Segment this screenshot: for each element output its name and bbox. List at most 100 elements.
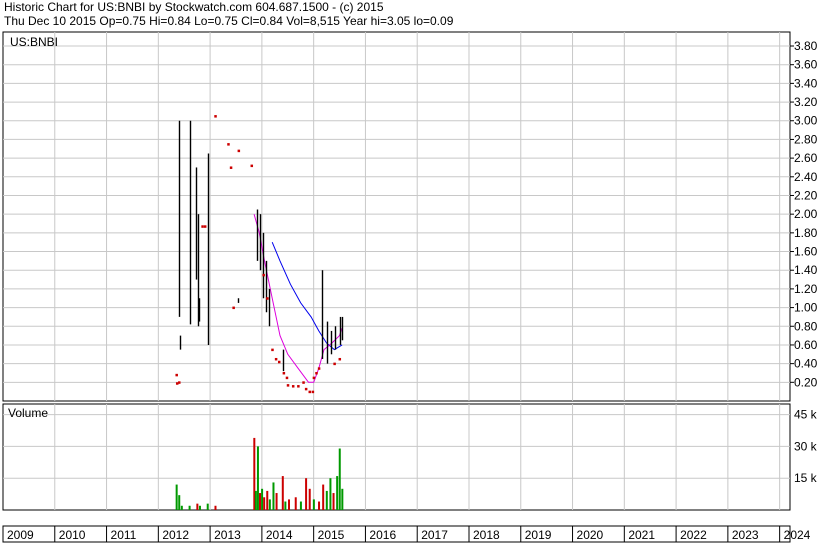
volume-bar	[261, 488, 264, 510]
volume-bar	[175, 484, 178, 510]
price-point	[214, 115, 217, 118]
volume-bar	[288, 499, 291, 510]
price-point	[274, 357, 278, 361]
volume-tick-label: 30 k	[794, 439, 818, 453]
price-point	[227, 143, 230, 146]
volume-bar	[272, 482, 275, 510]
price-point	[237, 149, 241, 153]
price-point	[178, 381, 181, 384]
year-tick-label: 2015	[318, 528, 345, 542]
volume-bar	[341, 488, 344, 510]
volume-bar	[188, 505, 191, 510]
price-tick-label: 1.40	[794, 263, 818, 277]
price-point	[302, 381, 305, 384]
volume-bar	[284, 501, 287, 510]
volume-label: Volume	[8, 406, 48, 420]
price-point	[285, 376, 289, 380]
volume-bar	[281, 476, 284, 510]
volume-bar	[294, 497, 297, 510]
price-panel-frame	[2, 31, 791, 402]
volume-bar	[196, 503, 199, 510]
volume-panel-frame	[2, 403, 791, 511]
volume-tick-label: 45 k	[794, 408, 818, 422]
price-tick-label: 3.80	[794, 39, 818, 53]
volume-bar	[206, 503, 209, 510]
volume-bar	[254, 490, 257, 510]
price-tick-label: 0.40	[794, 357, 818, 371]
price-point	[308, 390, 312, 394]
year-tick-label: 2022	[680, 528, 707, 542]
year-tick-label: 2023	[732, 528, 759, 542]
year-tick-label: 2018	[473, 528, 500, 542]
price-point	[338, 357, 342, 361]
volume-bar	[312, 499, 315, 510]
year-tick-label: 2016	[369, 528, 396, 542]
symbol-label: US:BNBI	[10, 35, 58, 49]
year-tick-label: 2019	[525, 528, 552, 542]
price-tick-label: 2.40	[794, 170, 818, 184]
stock-chart: 0.20 0.40 0.60 0.80 1.00 1.20 1.40 1.60 1.80 2.00…	[2, 31, 818, 543]
price-point	[333, 362, 336, 366]
volume-bar	[322, 484, 325, 510]
volume-bar	[338, 448, 341, 510]
price-point	[277, 360, 281, 364]
price-point	[291, 385, 295, 388]
volume-bar	[305, 478, 308, 510]
year-tick-label: 2020	[577, 528, 604, 542]
price-tick-label: 2.60	[794, 151, 818, 165]
price-point	[271, 348, 274, 352]
volume-bar	[299, 501, 302, 510]
volume-bar	[259, 493, 262, 510]
price-tick-label: 1.20	[794, 282, 818, 296]
year-tick-label: 2009	[7, 528, 34, 542]
volume-bar	[318, 501, 321, 510]
price-point	[232, 306, 235, 310]
volume-bar	[325, 490, 328, 510]
price-point	[203, 225, 207, 228]
price-tick-label: 2.20	[794, 188, 818, 202]
price-point	[297, 385, 300, 388]
price-point	[317, 367, 321, 370]
volume-bar	[178, 495, 181, 510]
volume-bar	[198, 505, 201, 510]
volume-bar	[266, 490, 269, 510]
volume-bar	[214, 505, 217, 510]
volume-bar	[329, 478, 332, 510]
price-tick-label: 2.00	[794, 207, 818, 221]
price-tick-label: 3.00	[794, 114, 818, 128]
price-tick-label: 1.80	[794, 226, 818, 240]
year-tick-label: 2011	[111, 528, 137, 542]
price-tick-label: 3.60	[794, 58, 818, 72]
price-point	[315, 371, 318, 375]
volume-bar	[256, 446, 259, 510]
year-tick-label: 2012	[162, 528, 189, 542]
price-point	[286, 384, 290, 387]
volume-bar	[275, 493, 278, 510]
price-point	[311, 390, 315, 394]
volume-bar	[332, 493, 335, 510]
year-tick-label: 2014	[266, 528, 293, 542]
price-point	[229, 166, 233, 169]
volume-bar	[308, 488, 311, 510]
volume-bar	[336, 476, 339, 510]
year-tick-label: 2013	[214, 528, 241, 542]
price-tick-label: 0.60	[794, 338, 818, 352]
volume-bar	[180, 505, 183, 510]
year-tick-label: 2024	[784, 528, 811, 542]
price-point	[304, 387, 308, 391]
price-point	[262, 273, 265, 277]
price-point	[312, 376, 316, 380]
price-tick-label: 0.20	[794, 375, 818, 389]
price-tick-label: 1.60	[794, 245, 818, 259]
price-tick-label: 2.80	[794, 132, 818, 146]
price-point	[175, 373, 178, 377]
price-tick-label: 1.00	[794, 301, 818, 315]
price-point	[250, 164, 254, 168]
price-tick-label: 0.80	[794, 319, 818, 333]
price-point	[266, 297, 269, 300]
price-tick-label: 3.20	[794, 95, 818, 109]
price-tick-label: 3.40	[794, 76, 818, 90]
price-point	[201, 225, 204, 228]
year-tick-label: 2021	[628, 528, 655, 542]
year-tick-label: 2010	[59, 528, 86, 542]
